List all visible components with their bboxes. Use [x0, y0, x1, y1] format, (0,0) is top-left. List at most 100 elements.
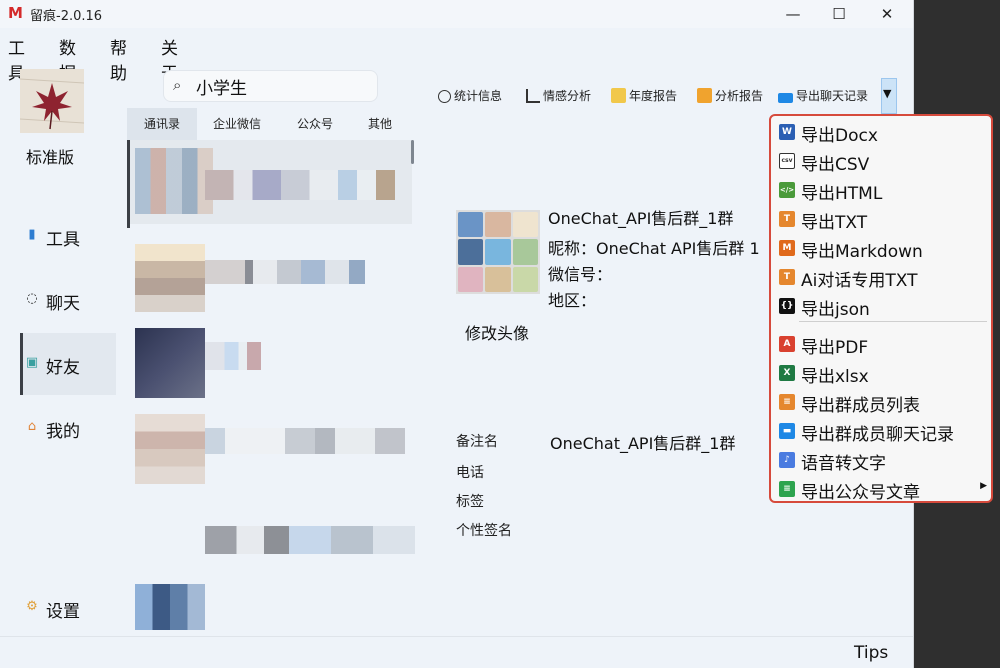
stats-button[interactable]: 统计信息 [438, 80, 502, 112]
menu-item-export-members[interactable]: ≡ 导出群成员列表 [777, 388, 987, 416]
excel-icon: X [779, 365, 795, 381]
avatar-tile [512, 212, 538, 238]
sidebar-item-mine[interactable]: ⌂ 我的 [20, 409, 116, 449]
profile-region: 地区： [548, 291, 597, 310]
analysis-report-button[interactable]: 分析报告 [697, 80, 763, 112]
menu-item-ai-txt[interactable]: T Ai对话专用TXT [777, 263, 987, 291]
list-item[interactable] [127, 410, 412, 494]
sidebar-item-tools[interactable]: ▮ 工具 [20, 217, 116, 257]
user-avatar[interactable] [20, 69, 84, 133]
list-item[interactable] [127, 324, 412, 408]
tab-others[interactable]: 其他 [351, 108, 409, 140]
menu-separator [799, 321, 987, 322]
menu-item-label: 导出TXT [801, 213, 868, 233]
menu-item-label: 导出CSV [801, 155, 870, 175]
tab-contacts[interactable]: 通讯录 [127, 108, 197, 140]
avatar-tile [458, 212, 484, 238]
edit-avatar-button[interactable]: 修改头像 [465, 320, 529, 344]
export-dropdown-button[interactable]: ▼ [881, 78, 897, 114]
remark-label: 备注名 [456, 434, 498, 450]
menu-item-export-docx[interactable]: W 导出Docx [777, 118, 987, 146]
list-item[interactable] [127, 580, 412, 630]
contact-tabs: 通讯录 企业微信 公众号 其他 [127, 108, 417, 140]
member-chat-icon: ▬ [779, 423, 795, 439]
menu-item-export-member-chats[interactable]: ▬ 导出群成员聊天记录 [777, 417, 987, 445]
sidebar-item-label: 聊天 [46, 294, 80, 314]
close-button[interactable]: ✕ [864, 0, 910, 28]
menu-item-export-articles[interactable]: ≡ 导出公众号文章 ▶ [777, 475, 987, 503]
menu-item-label: 导出群成员聊天记录 [801, 425, 954, 445]
minimize-button[interactable]: — [770, 0, 816, 28]
sidebar-item-label: 工具 [46, 230, 80, 250]
menu-item-export-xlsx[interactable]: X 导出xlsx [777, 359, 987, 387]
sidebar-item-chat[interactable]: ◌ 聊天 [20, 281, 116, 321]
voice-icon: ♪ [779, 452, 795, 468]
menu-item-export-csv[interactable]: csv 导出CSV [777, 147, 987, 175]
tab-official-accounts[interactable]: 公众号 [279, 108, 351, 140]
menu-item-label: 导出群成员列表 [801, 396, 920, 416]
avatar-tile [485, 239, 511, 265]
avatar-tile [512, 239, 538, 265]
avatar-tile [458, 266, 484, 292]
sidebar-item-label: 我的 [46, 422, 80, 442]
list-item[interactable] [127, 140, 412, 228]
blurred-avatar [135, 414, 205, 484]
contact-list-scrollbar[interactable] [411, 140, 414, 164]
tab-enterprise-wechat[interactable]: 企业微信 [199, 108, 275, 140]
profile-wechat-id: 微信号： [548, 265, 613, 284]
blurred-contact-name [205, 428, 405, 454]
chat-icon: ◌ [26, 291, 38, 306]
ai-txt-icon: T [779, 269, 795, 285]
caret-down-icon: ▼ [883, 87, 892, 100]
contacts-icon: ▣ [25, 355, 39, 370]
blurred-contact-name [205, 170, 395, 200]
menu-item-voice-to-text[interactable]: ♪ 语音转文字 [777, 446, 987, 474]
menu-item-export-json[interactable]: {} 导出json [777, 292, 987, 320]
menu-item-label: 导出Markdown [801, 242, 923, 262]
maximize-button[interactable]: ☐ [816, 0, 862, 28]
list-item[interactable] [127, 232, 412, 316]
tips-link[interactable]: Tips [854, 643, 888, 663]
export-chat-button[interactable]: 导出聊天记录 [778, 80, 868, 112]
avatar-tile [512, 266, 538, 292]
blurred-avatar [135, 148, 213, 214]
sidebar-item-label: 设置 [46, 602, 80, 622]
search-icon: ⌕ [173, 76, 182, 94]
menu-item-label: 导出Docx [801, 126, 878, 146]
settings-icon: ⚙ [26, 599, 38, 614]
menu-item-label: 导出xlsx [801, 367, 869, 387]
menu-item-export-html[interactable]: </> 导出HTML [777, 176, 987, 204]
report-icon [697, 88, 712, 103]
emotion-analysis-button[interactable]: 情感分析 [526, 80, 591, 112]
menu-item-export-markdown[interactable]: M 导出Markdown [777, 234, 987, 262]
folder-icon [778, 93, 793, 103]
search-input[interactable] [194, 74, 368, 98]
list-item[interactable] [127, 496, 415, 580]
csv-icon: csv [779, 153, 795, 169]
phone-label: 电话 [456, 465, 484, 481]
menu-item-export-txt[interactable]: T 导出TXT [777, 205, 987, 233]
annual-report-button[interactable]: 年度报告 [611, 80, 677, 112]
menu-item-label: Ai对话专用TXT [801, 271, 918, 291]
blurred-avatar [135, 328, 205, 398]
menu-item-export-pdf[interactable]: A 导出PDF [777, 330, 987, 358]
sidebar-item-friends[interactable]: ▣ 好友 [20, 333, 116, 395]
selection-indicator [127, 140, 130, 228]
app-logo-icon: M [8, 4, 23, 22]
home-icon: ⌂ [27, 419, 37, 434]
toolbar: 统计信息 情感分析 年度报告 分析报告 导出聊天记录 [432, 80, 902, 112]
signature-label: 个性签名 [456, 523, 512, 539]
contact-list [127, 140, 417, 630]
remark-value[interactable]: OneChat_API售后群_1群 [550, 430, 735, 454]
export-menu: W 导出Docx csv 导出CSV </> 导出HTML T 导出TXT M … [769, 114, 993, 503]
blurred-contact-name [205, 260, 365, 284]
search-box[interactable]: ⌕ [163, 70, 378, 102]
menu-item-label: 导出HTML [801, 184, 883, 204]
avatar-tile [458, 239, 484, 265]
blurred-avatar [135, 584, 205, 630]
blurred-contact-name [205, 342, 261, 370]
sidebar-item-settings[interactable]: ⚙ 设置 [20, 589, 116, 629]
member-list-icon: ≡ [779, 394, 795, 410]
analysis-label: 分析报告 [715, 89, 764, 103]
menu-item-label: 语音转文字 [801, 454, 886, 474]
